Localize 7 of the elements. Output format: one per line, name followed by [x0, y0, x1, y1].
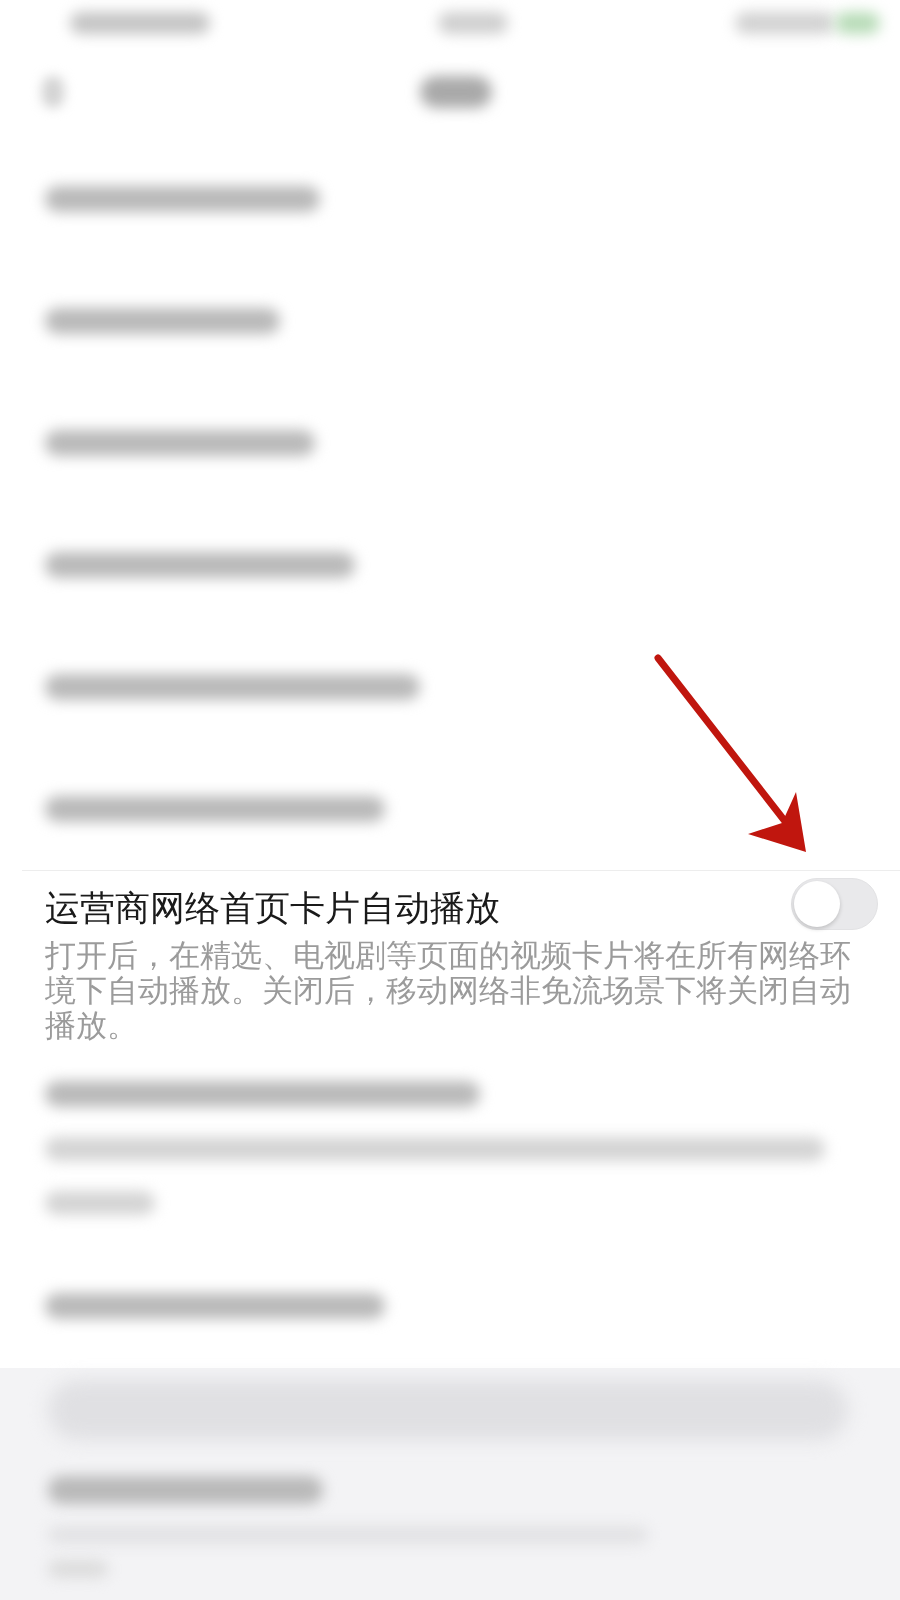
setting-description: 打开后，在精选、电视剧等页面的视频卡片将在所有网络环境下自动播放。关闭后，移动网络非免流场景下将关闭自动播放。	[45, 938, 852, 1043]
toggle-switch[interactable]	[791, 878, 878, 930]
setting-title: 运营商网络首页卡片自动播放	[45, 888, 500, 928]
blurred-battery-icon	[835, 11, 880, 34]
blurred-status-text	[437, 11, 508, 34]
blurred-text	[420, 75, 492, 108]
blurred-icon	[42, 75, 64, 108]
